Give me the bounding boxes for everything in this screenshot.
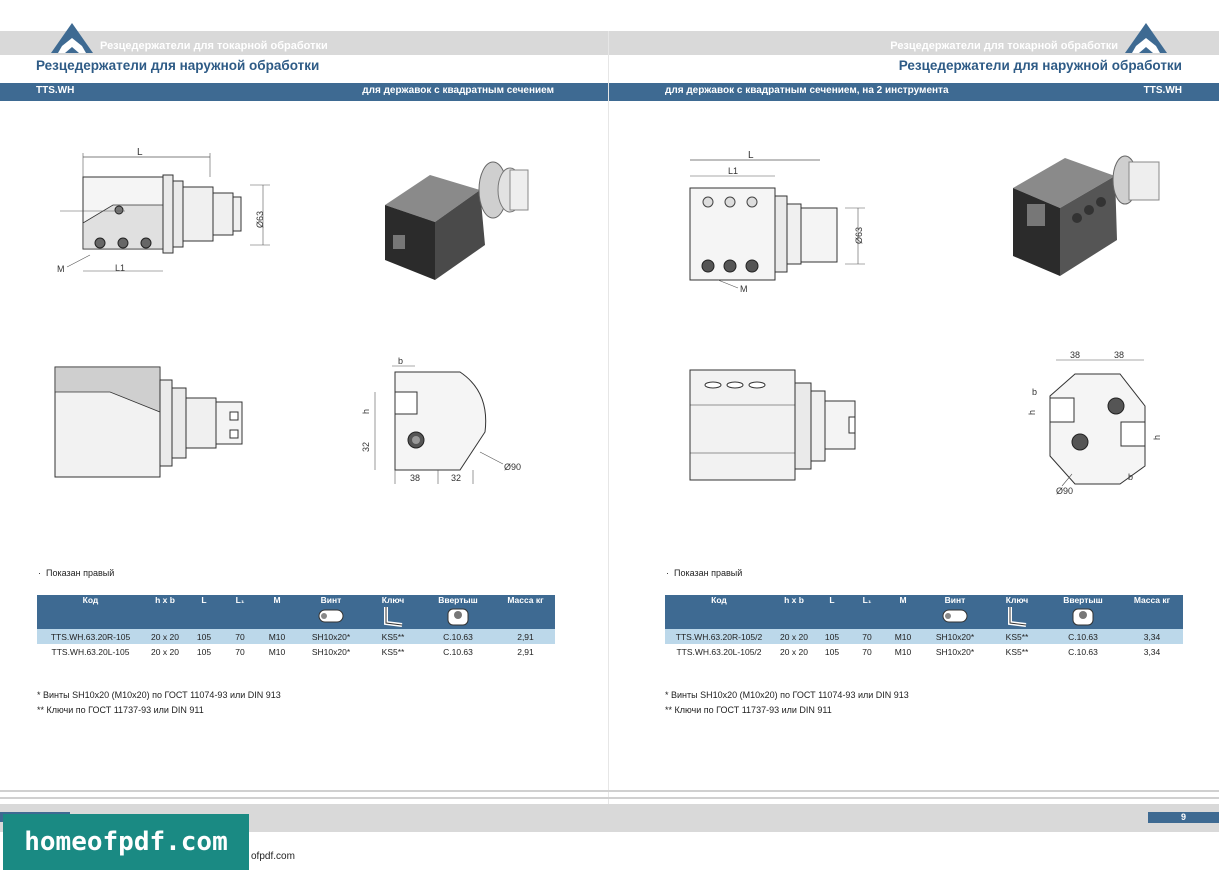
dim-d63: Ø63 [255, 211, 265, 228]
dim-38-a: 38 [1070, 350, 1080, 360]
dim-38: 38 [410, 473, 420, 483]
col-header-insert: Ввертыш [420, 595, 496, 629]
spec-table: Код h x b L L₁ M Винт Ключ Ввертыш Масса… [37, 595, 555, 659]
footnote-screws: * Винты SH10x20 (M10x20) по ГОСТ 11074-9… [37, 690, 281, 700]
page-gutter [608, 31, 609, 815]
spec-table: Код h x b L L₁ M Винт Ключ Ввертыш Масса… [665, 595, 1183, 659]
col-header-insert: Ввертыш [1045, 595, 1121, 629]
col-header-screw: Винт [296, 595, 366, 629]
dim-h: h [361, 409, 371, 414]
shown-note: · Показан правый [38, 568, 115, 578]
dim-M: M [740, 284, 748, 294]
watermark-badge[interactable]: homeofpdf.com [3, 814, 249, 870]
dim-L: L [748, 150, 754, 161]
footer-rule [0, 790, 1219, 792]
dim-b: b [1032, 387, 1037, 397]
footnote-screws: * Винты SH10x20 (M10x20) по ГОСТ 11074-9… [665, 690, 909, 700]
threaded-insert-icon [1072, 608, 1094, 626]
col-header-key: Ключ [989, 595, 1045, 629]
col-header-L: L [815, 595, 849, 629]
col-header-L1: L₁ [849, 595, 885, 629]
table-row: TTS.WH.63.20R-105/2 20 x 20 105 70 M10 SH10x2… [665, 629, 1183, 644]
dim-L: L [137, 147, 143, 158]
footnote-keys: ** Ключи по ГОСТ 11737-93 или DIN 911 [37, 705, 204, 715]
col-header-code: Код [37, 595, 144, 629]
section-subtitle: для державок с квадратным сечением, на 2… [665, 85, 949, 96]
col-header-M: M [258, 595, 296, 629]
dim-M: M [57, 264, 65, 274]
threaded-insert-icon [447, 608, 469, 626]
dim-L1: L1 [728, 166, 738, 176]
footer-rule [0, 797, 1219, 799]
dim-b: b [398, 356, 403, 366]
col-header-L1: L₁ [222, 595, 258, 629]
brand-line: Резцедержатели для токарной обработки [100, 40, 328, 52]
screw-icon [318, 609, 344, 623]
col-header-mass: Масса кг [496, 595, 555, 629]
col-header-key: Ключ [366, 595, 420, 629]
hex-key-icon [384, 607, 403, 627]
page-title: Резцедержатели для наружной обработки [36, 58, 320, 73]
table-header-row: Код h x b L L₁ M Винт Ключ Ввертыш Масса… [37, 595, 555, 629]
table-row: TTS.WH.63.20L-105/2 20 x 20 105 70 M10 SH10x2… [676, 646, 1161, 657]
dim-L1: L1 [115, 263, 125, 273]
table-header-row: Код h x b L L₁ M Винт Ключ Ввертыш Масса… [665, 595, 1183, 629]
table-row: TTS.WH.63.20L-105 20 x 20 105 70 M10 SH10x20*… [51, 646, 534, 657]
page-number: 9 [1148, 812, 1219, 823]
col-header-code: Код [665, 595, 773, 629]
brand-logo-icon [51, 23, 93, 53]
col-header-M: M [885, 595, 921, 629]
hex-key-icon [1008, 607, 1027, 627]
product-code: TTS.WH [36, 85, 75, 96]
dim-b-2: b [1128, 472, 1133, 482]
brand-line: Резцедержатели для токарной обработки [890, 40, 1118, 52]
page-title: Резцедержатели для наружной обработки [898, 58, 1182, 73]
dim-32-v: 32 [361, 442, 371, 452]
col-header-hxb: h x b [144, 595, 186, 629]
footnote-keys: ** Ключи по ГОСТ 11737-93 или DIN 911 [665, 705, 832, 715]
shown-note: · Показан правый [666, 568, 743, 578]
section-bar: TTS.WH для державок с квадратным сечение… [0, 83, 608, 101]
dim-d63: Ø63 [854, 227, 864, 244]
product-code: TTS.WH [1143, 85, 1182, 96]
dim-d90: Ø90 [504, 462, 521, 472]
brand-logo-icon [1125, 23, 1167, 53]
top-view-drawing [54, 366, 243, 478]
iso-view-drawing [385, 161, 529, 280]
side-view-drawing: L L1 Ø63 M [689, 150, 865, 294]
dim-d90: Ø90 [1056, 486, 1073, 496]
col-header-mass: Масса кг [1121, 595, 1183, 629]
dim-h-2: h [1152, 435, 1162, 440]
section-subtitle: для державок с квадратным сечением [362, 85, 554, 96]
dim-38-b: 38 [1114, 350, 1124, 360]
iso-view-drawing [1013, 155, 1160, 276]
col-header-screw: Винт [921, 595, 989, 629]
front-view-drawing: b h 32 38 32 Ø90 [361, 356, 521, 484]
col-header-hxb: h x b [773, 595, 815, 629]
table-row: TTS.WH.63.20R-105 20 x 20 105 70 M10 SH10x20*… [37, 629, 555, 644]
dim-h: h [1027, 410, 1037, 415]
top-view-drawing [689, 369, 856, 481]
front-view-drawing: 38 38 b h h b Ø90 [1027, 350, 1162, 496]
section-bar: для державок с квадратным сечением, на 2… [609, 83, 1219, 101]
col-header-L: L [186, 595, 222, 629]
watermark-link[interactable]: ofpdf.com [251, 851, 295, 862]
dim-32-h: 32 [451, 473, 461, 483]
screw-icon [942, 609, 968, 623]
side-view-drawing: L Ø63 L1 M [57, 147, 270, 274]
